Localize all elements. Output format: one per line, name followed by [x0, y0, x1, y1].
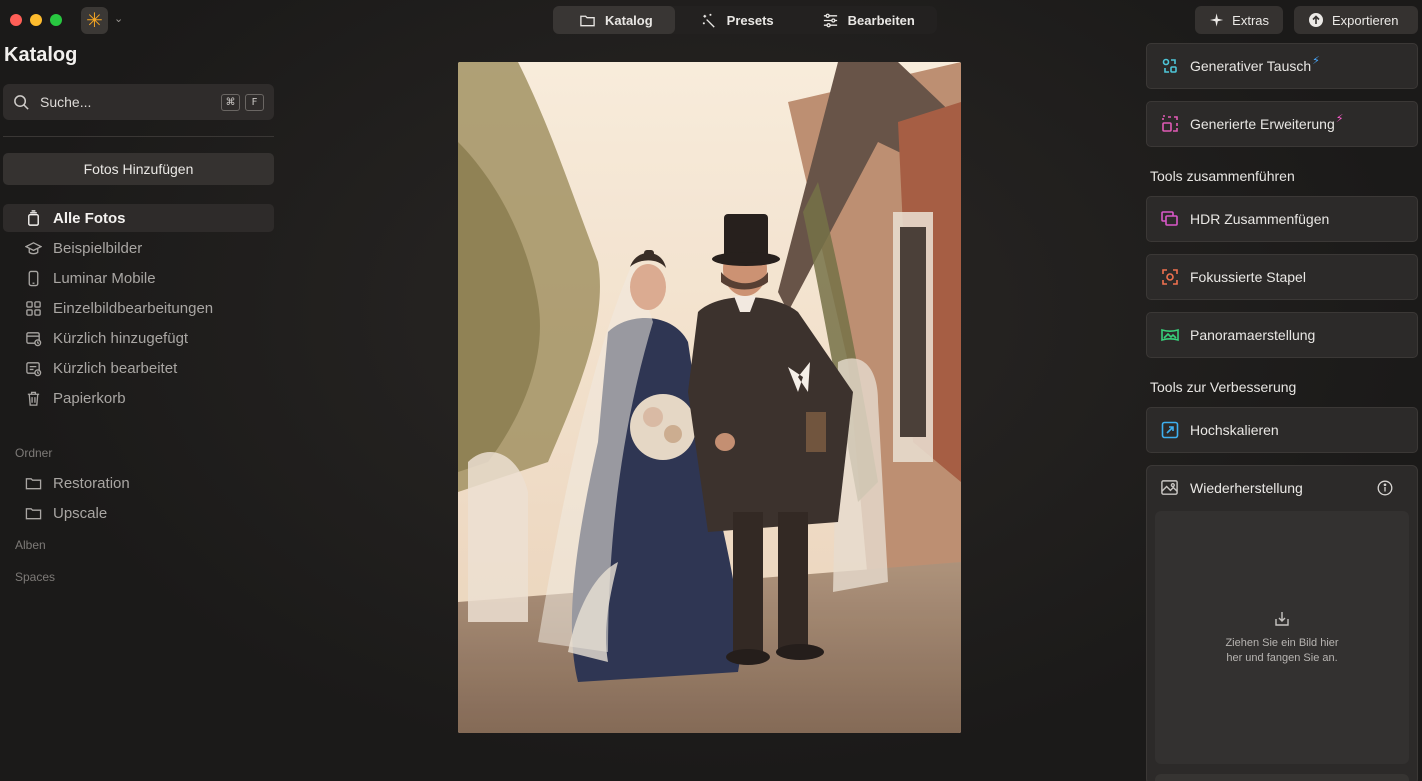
- tool-label: HDR Zusammenfügen: [1190, 211, 1330, 227]
- sidebar-item-kuerzlich-hinzugefuegt[interactable]: Kürzlich hinzugefügt: [3, 324, 274, 352]
- close-window-button[interactable]: [10, 14, 22, 26]
- tab-presets[interactable]: Presets: [675, 6, 796, 34]
- maximize-window-button[interactable]: [50, 14, 62, 26]
- tool-generierte-erweiterung[interactable]: Generierte Erweiterung ⚡: [1146, 101, 1418, 147]
- sparkle-icon: [1209, 13, 1224, 27]
- generative-swap-icon: [1162, 58, 1177, 73]
- graduation-cap-icon: [25, 241, 42, 254]
- sidebar-item-luminar-mobile[interactable]: Luminar Mobile: [3, 264, 274, 292]
- tool-generativer-tausch[interactable]: Generativer Tausch ⚡: [1146, 43, 1418, 89]
- hdr-merge-icon: [1161, 211, 1178, 226]
- upscale-icon: [1161, 421, 1179, 439]
- folder-icon: [25, 477, 42, 489]
- tool-label: Fokussierte Stapel: [1190, 269, 1306, 285]
- extras-label: Extras: [1232, 12, 1269, 28]
- sidebar-item-label: Upscale: [53, 504, 108, 522]
- sidebar-item-label: Luminar Mobile: [53, 269, 156, 287]
- heading-tools-zusammenfuehren: Tools zusammenführen: [1150, 168, 1295, 184]
- tool-label: Generativer Tausch: [1190, 58, 1312, 74]
- chevron-down-icon[interactable]: ⌄: [114, 12, 123, 25]
- sidebar-item-papierkorb[interactable]: Papierkorb: [3, 384, 274, 412]
- tool-label: Generierte Erweiterung: [1190, 116, 1335, 132]
- restoration-title: Wiederherstellung: [1190, 479, 1303, 496]
- photo-stack-icon: [28, 209, 39, 226]
- search-icon: [14, 94, 29, 110]
- sidebar-item-upscale[interactable]: Upscale: [3, 499, 274, 527]
- tool-hochskalieren[interactable]: Hochskalieren: [1146, 407, 1418, 453]
- sidebar-item-label: Kürzlich hinzugefügt: [53, 329, 189, 347]
- search-input[interactable]: Suche... ⌘ F: [3, 84, 274, 120]
- export-icon: [1309, 13, 1323, 27]
- sidebar-item-label: Einzelbildbearbeitungen: [53, 299, 214, 317]
- tool-label: Panoramaerstellung: [1190, 327, 1316, 343]
- image-restore-icon: [1161, 480, 1178, 495]
- folder-icon: [580, 15, 595, 26]
- mode-tabs: Katalog Presets Bearbeiten: [553, 6, 937, 34]
- recently-added-icon: [26, 331, 42, 346]
- tool-fokussierte-stapel[interactable]: Fokussierte Stapel: [1146, 254, 1418, 300]
- section-label-alben[interactable]: Alben: [15, 538, 46, 552]
- lightning-icon: ⚡: [1312, 54, 1320, 67]
- sidebar-item-label: Alle Fotos: [53, 209, 126, 227]
- sidebar-item-restoration[interactable]: Restoration: [3, 469, 274, 497]
- window-controls: [10, 14, 62, 26]
- restoration-panel: Wiederherstellung Ziehen Sie ein Bild hi…: [1146, 465, 1418, 781]
- sidebar-item-label: Restoration: [53, 474, 130, 492]
- sidebar-item-label: Beispielbilder: [53, 239, 143, 257]
- tool-hdr-zusammenfuegen[interactable]: HDR Zusammenfügen: [1146, 196, 1418, 242]
- sidebar-item-kuerzlich-bearbeitet[interactable]: Kürzlich bearbeitet: [3, 354, 274, 382]
- sidebar-item-alle-fotos[interactable]: Alle Fotos: [3, 204, 274, 232]
- trash-icon: [27, 391, 40, 406]
- add-photos-button[interactable]: Fotos Hinzufügen: [3, 153, 274, 185]
- tab-label: Katalog: [605, 12, 653, 28]
- image-dropzone[interactable]: Ziehen Sie ein Bild hier her und fangen …: [1155, 511, 1409, 764]
- download-tray-icon: [1275, 611, 1289, 626]
- restoration-header[interactable]: Wiederherstellung: [1160, 478, 1404, 497]
- panel-control-strip: [1155, 774, 1409, 781]
- tab-bearbeiten[interactable]: Bearbeiten: [796, 6, 937, 34]
- section-label-spaces[interactable]: Spaces: [15, 570, 55, 584]
- info-icon[interactable]: [1377, 480, 1393, 496]
- generative-expand-icon: [1162, 115, 1178, 132]
- sidebar-item-label: Papierkorb: [53, 389, 126, 407]
- tab-label: Presets: [726, 12, 774, 28]
- sidebar-title: Katalog: [4, 44, 78, 66]
- sidebar-item-einzelbildbearbeitungen[interactable]: Einzelbildbearbeitungen: [3, 294, 274, 322]
- app-window: ✳ ⌄ Katalog Presets Bearbeiten Extras Ex…: [0, 0, 1422, 781]
- divider: [3, 136, 274, 137]
- extras-button[interactable]: Extras: [1195, 6, 1283, 34]
- phone-icon: [28, 270, 39, 286]
- export-label: Exportieren: [1332, 12, 1399, 28]
- recently-edited-icon: [26, 361, 42, 376]
- shortcut-key: ⌘: [221, 93, 240, 111]
- magic-wand-icon: [702, 13, 715, 28]
- minimize-window-button[interactable]: [30, 14, 42, 26]
- tab-label: Bearbeiten: [847, 12, 915, 28]
- sidebar-item-beispielbilder[interactable]: Beispielbilder: [3, 234, 274, 262]
- panorama-icon: [1161, 328, 1179, 342]
- sidebar-item-label: Kürzlich bearbeitet: [53, 359, 178, 377]
- dropzone-text: Ziehen Sie ein Bild hier her und fangen …: [1225, 636, 1339, 664]
- focus-stack-icon: [1162, 269, 1178, 285]
- section-label-ordner: Ordner: [15, 446, 53, 460]
- sliders-icon: [823, 13, 837, 27]
- shortcut-key: F: [245, 93, 264, 111]
- main-photo[interactable]: [458, 62, 961, 733]
- tool-label: Hochskalieren: [1190, 422, 1279, 438]
- tool-panoramaerstellung[interactable]: Panoramaerstellung: [1146, 312, 1418, 358]
- wedding-photo-image: [458, 62, 961, 733]
- search-placeholder: Suche...: [40, 94, 92, 110]
- grid-icon: [26, 300, 41, 316]
- export-button[interactable]: Exportieren: [1294, 6, 1418, 34]
- luminar-logo-icon[interactable]: ✳: [81, 7, 108, 34]
- folder-icon: [25, 507, 42, 519]
- tab-katalog[interactable]: Katalog: [553, 6, 675, 34]
- lightning-icon: ⚡: [1335, 112, 1344, 125]
- heading-tools-verbesserung: Tools zur Verbesserung: [1150, 379, 1297, 395]
